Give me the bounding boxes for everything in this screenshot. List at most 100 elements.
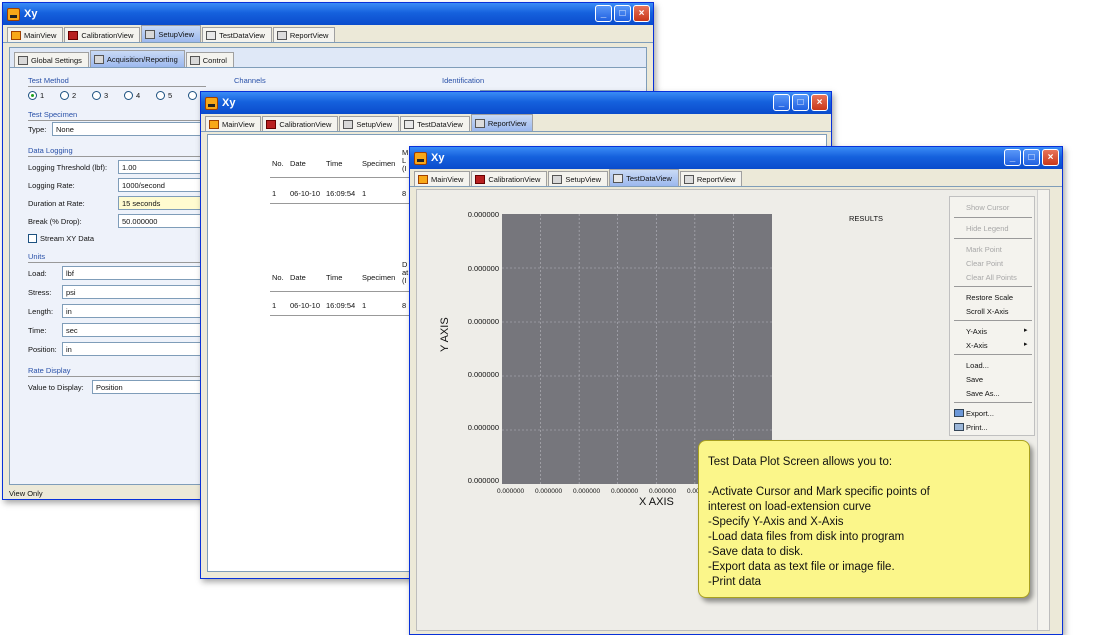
minimize-button[interactable]: _ (1004, 149, 1021, 166)
app-icon (205, 96, 218, 110)
close-button[interactable]: × (1042, 149, 1059, 166)
menu-save[interactable]: Save (966, 375, 983, 384)
menu-clear-point[interactable]: Clear Point (966, 259, 1003, 268)
divider (28, 156, 206, 157)
tab-calibrationview[interactable]: CalibrationView (64, 27, 141, 42)
menu-show-cursor[interactable]: Show Cursor (966, 203, 1009, 212)
menu-y-axis[interactable]: Y-Axis (966, 327, 987, 336)
callout-line: -Save data to disk. (708, 546, 804, 558)
tab-global-settings[interactable]: Global Settings (14, 52, 89, 67)
table1-cell-specimen: 1 (362, 189, 367, 198)
testdata-icon (613, 173, 624, 183)
tab-calibrationview[interactable]: CalibrationView (262, 116, 339, 131)
menu-clear-all-points[interactable]: Clear All Points (966, 273, 1017, 282)
tab-setupview[interactable]: SetupView (548, 171, 609, 186)
logging-threshold-input[interactable]: 1.00 (118, 160, 204, 174)
tab-acquisition-reporting[interactable]: Acquisition/Reporting (89, 50, 185, 67)
report-icon (474, 118, 485, 128)
test-method-radio-5[interactable] (156, 91, 165, 100)
test-method-radio-6[interactable] (188, 91, 197, 100)
menu-restore-scale[interactable]: Restore Scale (966, 293, 1013, 302)
title-bar[interactable]: Xy _ □ × (410, 147, 1062, 169)
menu-export[interactable]: Export... (966, 409, 994, 418)
close-button[interactable]: × (633, 5, 650, 22)
minimize-button[interactable]: _ (773, 94, 790, 111)
callout-line: -Activate Cursor and Mark specific point… (708, 486, 930, 498)
test-method-radio-4[interactable] (124, 91, 133, 100)
maximize-button[interactable]: □ (792, 94, 809, 111)
length-unit-select[interactable]: in (62, 304, 204, 318)
close-button[interactable]: × (811, 94, 828, 111)
test-method-label: Test Method (28, 76, 69, 85)
context-menu: Show Cursor Hide Legend Mark Point Clear… (949, 196, 1035, 436)
menu-scroll-x-axis[interactable]: Scroll X-Axis (966, 307, 1009, 316)
menu-load[interactable]: Load... (966, 361, 989, 370)
maximize-button[interactable]: □ (1023, 149, 1040, 166)
radio-label-1: 1 (40, 91, 45, 100)
table1-header-date: Date (290, 159, 306, 168)
tab-testdataview[interactable]: TestDataView (202, 27, 272, 42)
menu-print[interactable]: Print... (966, 423, 988, 432)
stream-xy-checkbox[interactable] (28, 234, 37, 243)
divider (28, 262, 206, 263)
test-method-radio-1[interactable] (28, 91, 37, 100)
menu-hide-legend[interactable]: Hide Legend (966, 224, 1009, 233)
tab-mainview[interactable]: MainView (414, 171, 471, 186)
sub-tab-bar: Global Settings Acquisition/Reporting Co… (10, 48, 646, 67)
data-logging-label: Data Logging (28, 146, 73, 155)
tab-testdataview[interactable]: TestDataView (609, 169, 679, 186)
calibration-icon (475, 174, 486, 184)
title-bar[interactable]: Xy _ □ × (201, 92, 831, 114)
menu-separator (954, 354, 1032, 355)
stress-unit-select[interactable]: psi (62, 285, 204, 299)
title-bar[interactable]: Xy _ □ × (3, 3, 653, 25)
window-title: Xy (431, 152, 445, 164)
logging-rate-select[interactable]: 1000/second (118, 178, 204, 192)
y-tick-label: 0.000000 (467, 264, 499, 273)
duration-input[interactable]: 15 seconds (118, 196, 204, 210)
channels-label: Channels (234, 76, 266, 85)
units-label: Units (28, 252, 46, 261)
table1-cell-extra: 8 (402, 189, 407, 198)
break-input[interactable]: 50.000000 (118, 214, 204, 228)
position-unit-label: Position: (28, 345, 57, 354)
tab-reportview[interactable]: ReportView (272, 27, 336, 42)
table1-cell-time: 16:09:54 (326, 189, 356, 198)
position-unit-select[interactable]: in (62, 342, 204, 356)
time-unit-label: Time: (28, 326, 47, 335)
table1-header-time: Time (326, 159, 343, 168)
y-tick-label: 0.000000 (467, 476, 499, 485)
menu-separator (954, 217, 1032, 218)
logging-threshold-label: Logging Threshold (lbf): (28, 163, 108, 172)
test-method-radio-3[interactable] (92, 91, 101, 100)
y-axis-label: Y AXIS (439, 317, 451, 352)
tab-mainview[interactable]: MainView (205, 116, 262, 131)
maximize-button[interactable]: □ (614, 5, 631, 22)
x-axis-label: X AXIS (639, 496, 674, 508)
tab-testdataview[interactable]: TestDataView (400, 116, 470, 131)
logging-rate-label: Logging Rate: (28, 181, 75, 190)
load-unit-select[interactable]: lbf (62, 266, 204, 280)
vertical-scrollbar[interactable] (1037, 190, 1049, 630)
main-tab-bar: MainView CalibrationView SetupView TestD… (201, 114, 831, 132)
value-to-display-select[interactable]: Position (92, 380, 204, 394)
calibration-icon (68, 30, 79, 40)
tab-reportview[interactable]: ReportView (679, 171, 743, 186)
tab-calibrationview[interactable]: CalibrationView (471, 171, 548, 186)
tab-setupview[interactable]: SetupView (141, 25, 202, 42)
app-icon (414, 151, 427, 165)
rate-display-label: Rate Display (28, 366, 71, 375)
menu-save-as[interactable]: Save As... (966, 389, 1000, 398)
test-method-radio-2[interactable] (60, 91, 69, 100)
sub-tab-area: Global Settings Acquisition/Reporting Co… (9, 47, 647, 67)
menu-mark-point[interactable]: Mark Point (966, 245, 1002, 254)
tab-mainview[interactable]: MainView (7, 27, 64, 42)
menu-x-axis[interactable]: X-Axis (966, 341, 988, 350)
minimize-button[interactable]: _ (595, 5, 612, 22)
table1-header-specimen: Specimen (362, 159, 396, 168)
tab-setupview[interactable]: SetupView (339, 116, 400, 131)
tab-control[interactable]: Control (185, 52, 234, 67)
tab-reportview[interactable]: ReportView (470, 114, 534, 131)
specimen-type-select[interactable]: None (52, 122, 202, 136)
time-unit-select[interactable]: sec (62, 323, 204, 337)
